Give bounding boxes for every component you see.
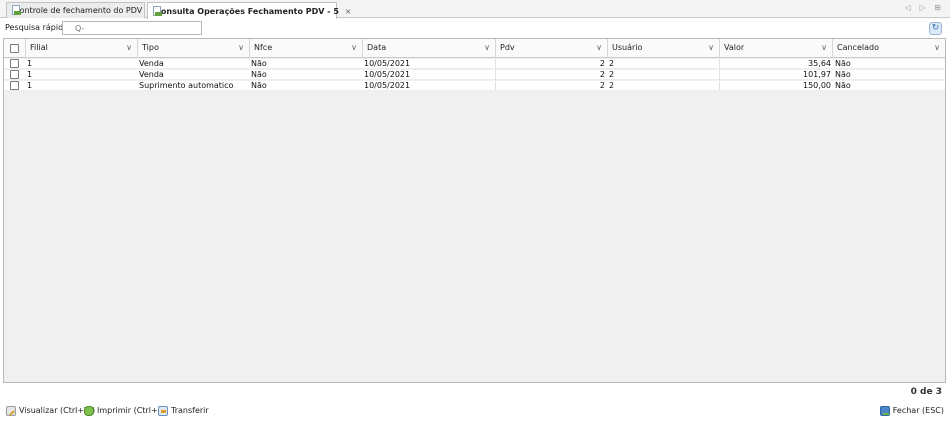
search-input[interactable] (62, 21, 202, 35)
transferir-button[interactable]: Transferir (158, 404, 209, 417)
tab-strip: Controle de fechamento do PDV × Consulta… (0, 0, 950, 19)
cell-data: 10/05/2021 (364, 81, 496, 91)
row-checkbox[interactable] (10, 70, 19, 79)
table-row[interactable]: 1 Venda Não 10/05/2021 2 2 101,97 Não (4, 70, 945, 80)
cell-tipo: Venda (139, 70, 164, 79)
row-checkbox[interactable] (10, 81, 19, 90)
column-header-valor[interactable]: Valor ∨ (720, 39, 833, 58)
cell-usuario: 2 (609, 70, 720, 80)
chevron-down-icon[interactable]: ∨ (238, 39, 244, 57)
column-header-tipo[interactable]: Tipo ∨ (138, 39, 250, 58)
transferir-label: Transferir (171, 406, 209, 415)
chevron-down-icon[interactable]: ∨ (934, 39, 940, 57)
select-all-checkbox[interactable] (10, 44, 19, 53)
cell-usuario: 2 (609, 59, 720, 69)
imprimir-button[interactable]: Imprimir (Ctrl+P) (84, 404, 166, 417)
search-label: Pesquisa rápida: (5, 23, 71, 32)
imprimir-label: Imprimir (Ctrl+P) (97, 406, 166, 415)
exit-icon (879, 405, 890, 416)
row-checkbox[interactable] (10, 59, 19, 68)
cell-valor: 150,00 (803, 81, 831, 90)
cell-nfce: Não (251, 70, 267, 79)
cell-cancelado: Não (835, 59, 851, 68)
chevron-down-icon[interactable]: ∨ (126, 39, 132, 57)
column-header-filial[interactable]: Filial ∨ (26, 39, 138, 58)
column-header-data[interactable]: Data ∨ (363, 39, 496, 58)
cell-pdv: 2 (599, 59, 605, 68)
transfer-icon (158, 405, 168, 416)
cell-filial: 1 (27, 81, 33, 90)
fechar-button[interactable]: Fechar (ESC) (879, 404, 944, 417)
chevron-down-icon[interactable]: ∨ (351, 39, 357, 57)
cell-tipo: Venda (139, 59, 164, 68)
printer-icon (84, 405, 94, 416)
footer-toolbar: Visualizar (Ctrl+W) Imprimir (Ctrl+P) Tr… (0, 400, 950, 420)
column-label: Usuário (612, 43, 643, 52)
cell-pdv: 2 (599, 81, 605, 90)
chevron-down-icon[interactable]: ∨ (708, 39, 714, 57)
cell-valor: 35,64 (808, 59, 831, 68)
table-header: Filial ∨ Tipo ∨ Nfce ∨ Data ∨ Pdv ∨ Usuá… (4, 39, 945, 58)
table-row[interactable]: 1 Venda Não 10/05/2021 2 2 35,64 Não (4, 59, 945, 69)
column-label: Valor (724, 43, 745, 52)
cell-filial: 1 (27, 70, 33, 79)
cell-usuario: 2 (609, 81, 720, 91)
operations-table: Filial ∨ Tipo ∨ Nfce ∨ Data ∨ Pdv ∨ Usuá… (3, 38, 946, 383)
column-label: Tipo (142, 43, 159, 52)
column-header-usuario[interactable]: Usuário ∨ (608, 39, 720, 58)
cell-pdv: 2 (599, 70, 605, 79)
cell-filial: 1 (27, 59, 33, 68)
column-label: Data (367, 43, 387, 52)
quick-search-bar: Pesquisa rápida: ↻ (0, 19, 950, 37)
cell-data: 10/05/2021 (364, 59, 496, 69)
fechar-label: Fechar (ESC) (892, 406, 944, 415)
tab-consulta-operacoes[interactable]: Consulta Operações Fechamento PDV - 5 × (147, 2, 352, 19)
chevron-down-icon[interactable]: ∨ (484, 39, 490, 57)
chevron-down-icon[interactable]: ∨ (596, 39, 602, 57)
cell-cancelado: Não (835, 81, 851, 90)
column-label: Nfce (254, 43, 273, 52)
column-header-nfce[interactable]: Nfce ∨ (250, 39, 363, 58)
column-label: Pdv (500, 43, 515, 52)
refresh-icon[interactable]: ↻ (929, 22, 942, 35)
chevron-down-icon[interactable]: ∨ (821, 39, 827, 57)
column-label: Cancelado (837, 43, 879, 52)
select-all-cell (4, 39, 26, 58)
cell-valor: 101,97 (803, 70, 831, 79)
table-row[interactable]: 1 Suprimento automatico Não 10/05/2021 2… (4, 81, 945, 91)
column-header-cancelado[interactable]: Cancelado ∨ (833, 39, 945, 58)
tab-navigation-icons[interactable]: ◁ ▷ ⊞ (905, 3, 944, 12)
cell-data: 10/05/2021 (364, 70, 496, 80)
edit-icon (6, 405, 16, 416)
record-count: 0 de 3 (910, 387, 942, 397)
tab-label: Controle de fechamento do PDV (14, 6, 143, 15)
tab-controle-fechamento[interactable]: Controle de fechamento do PDV × (6, 2, 155, 18)
column-label: Filial (30, 43, 48, 52)
cell-cancelado: Não (835, 70, 851, 79)
column-header-pdv[interactable]: Pdv ∨ (496, 39, 608, 58)
tab-label: Consulta Operações Fechamento PDV - 5 (155, 6, 339, 16)
cell-tipo: Suprimento automatico (139, 81, 234, 90)
cell-nfce: Não (251, 81, 267, 90)
close-icon[interactable]: × (345, 7, 352, 16)
visualizar-button[interactable]: Visualizar (Ctrl+W) (6, 404, 95, 417)
cell-nfce: Não (251, 59, 267, 68)
